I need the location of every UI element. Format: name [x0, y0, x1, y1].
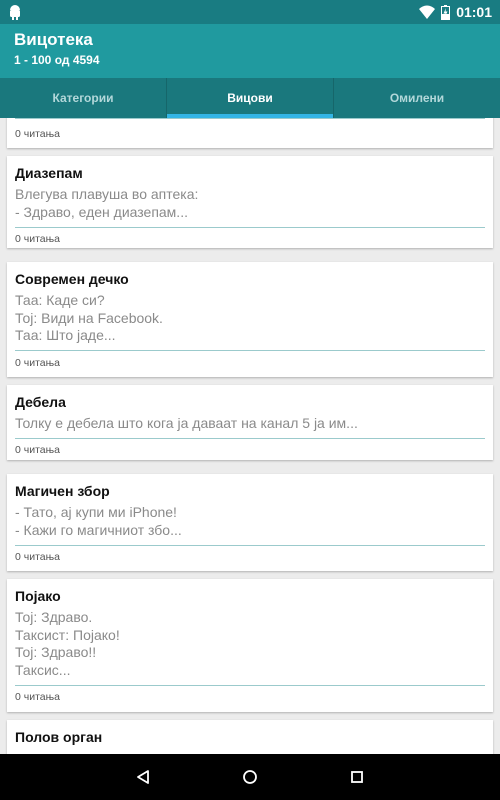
- card-divider: [15, 438, 485, 439]
- status-right: 01:01: [419, 0, 492, 24]
- joke-title: Дебела: [15, 394, 66, 410]
- joke-card[interactable]: Диазепам Влегува плавуша во аптека: - Зд…: [7, 156, 493, 248]
- status-time: 01:01: [456, 4, 492, 20]
- read-count: 0 читања: [15, 233, 60, 245]
- card-divider: [15, 350, 485, 351]
- tab-categories[interactable]: Категории: [0, 78, 166, 118]
- joke-title: Полов орган: [15, 729, 103, 745]
- status-bar: 01:01: [0, 0, 500, 24]
- recents-button[interactable]: [333, 754, 381, 800]
- recents-square-icon: [350, 771, 363, 783]
- tab-bar: Категории Вицови Омилени: [0, 78, 500, 118]
- home-button[interactable]: [226, 754, 274, 800]
- tab-label: Омилени: [389, 91, 445, 105]
- joke-card[interactable]: Појако Тој: Здраво. Таксист: Појако! Тој…: [7, 579, 493, 712]
- joke-card[interactable]: Дебела Толку е дебела што кога ја даваат…: [7, 385, 493, 460]
- read-count: 0 читања: [15, 128, 60, 140]
- joke-title: Диазепам: [15, 165, 83, 181]
- joke-preview: - Тато, ај купи ми iPhone! - Кажи го маг…: [15, 504, 182, 538]
- app-bar: Вицотека 1 - 100 од 4594: [0, 24, 500, 78]
- battery-charging-icon: [441, 4, 451, 20]
- tab-label: Категории: [52, 91, 114, 105]
- tab-jokes[interactable]: Вицови: [167, 78, 333, 118]
- tab-favorites[interactable]: Омилени: [334, 78, 500, 118]
- joke-preview: Тој: Здраво. Таксист: Појако! Тој: Здрав…: [15, 609, 120, 678]
- card-divider: [15, 118, 485, 119]
- joke-card[interactable]: Полов орган: [7, 720, 493, 754]
- wifi-icon: [419, 5, 436, 19]
- joke-card[interactable]: 0 читања: [7, 118, 493, 148]
- card-divider: [15, 685, 485, 686]
- card-divider: [15, 545, 485, 546]
- joke-title: Современ дечко: [15, 271, 129, 287]
- navigation-bar: [0, 754, 500, 800]
- read-count: 0 читања: [15, 357, 60, 369]
- joke-title: Појако: [15, 588, 61, 604]
- app-title: Вицотека: [14, 30, 93, 49]
- read-count: 0 читања: [15, 691, 60, 703]
- back-triangle-icon: [137, 770, 150, 784]
- read-count: 0 читања: [15, 444, 60, 456]
- home-circle-icon: [243, 770, 257, 784]
- android-icon: [10, 5, 20, 20]
- joke-preview: Таа: Каде си? Тој: Види на Facebook. Таа…: [15, 292, 163, 343]
- tab-label: Вицови: [227, 91, 273, 105]
- joke-card[interactable]: Магичен збор - Тато, ај купи ми iPhone! …: [7, 474, 493, 571]
- read-count: 0 читања: [15, 551, 60, 563]
- card-divider: [15, 227, 485, 228]
- back-button[interactable]: [119, 754, 167, 800]
- app-subtitle: 1 - 100 од 4594: [14, 53, 100, 67]
- jokes-list[interactable]: 0 читања Диазепам Влегува плавуша во апт…: [0, 118, 500, 754]
- joke-preview: Влегува плавуша во аптека: - Здраво, еде…: [15, 186, 199, 220]
- joke-preview: Толку е дебела што кога ја даваат на кан…: [15, 415, 358, 431]
- joke-title: Магичен збор: [15, 483, 110, 499]
- joke-card[interactable]: Современ дечко Таа: Каде си? Тој: Види н…: [7, 262, 493, 377]
